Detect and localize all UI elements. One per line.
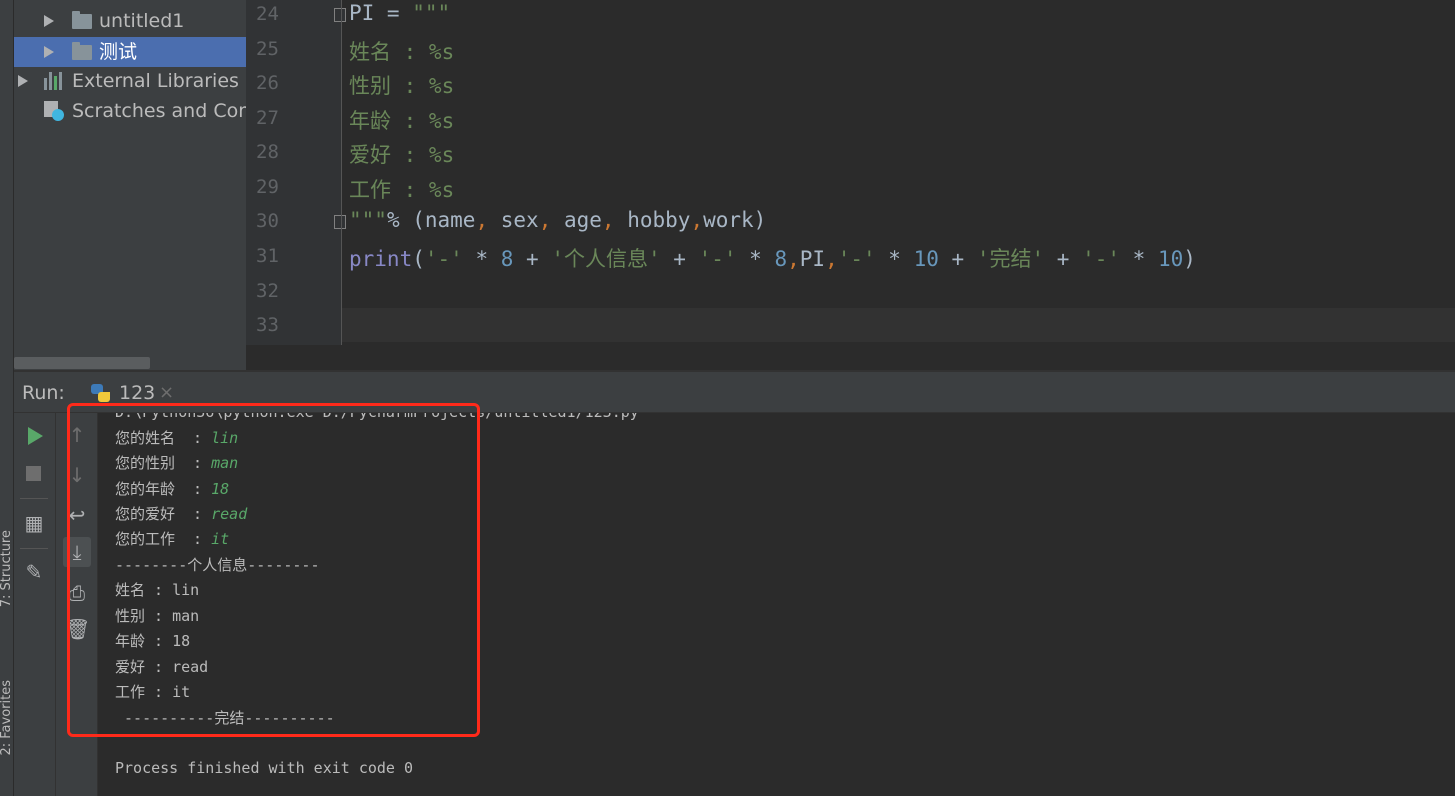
run-toolbar-primary: ▦ ✎	[14, 413, 56, 796]
code-line-30: """% (name, sex, age, hobby,work)	[349, 208, 767, 232]
console-output-line: 爱好 : read	[115, 658, 209, 676]
tree-item-label: Scratches and Consoles	[72, 100, 246, 122]
line-number: 25	[256, 38, 279, 60]
run-tool-window-header: Run: 123 ×	[14, 372, 1455, 413]
console-footer: ----------完结----------	[115, 709, 335, 727]
run-tab-label: 123	[119, 382, 156, 404]
tree-item-external-libraries[interactable]: External Libraries	[14, 66, 246, 96]
tree-item-untitled1[interactable]: untitled1	[14, 6, 246, 36]
console-prompt: 您的姓名 : lin	[115, 429, 239, 447]
code-line-28: 爱好 : %s	[349, 143, 455, 167]
print-icon[interactable]: ⎙	[65, 581, 89, 605]
line-number: 30	[256, 210, 279, 232]
close-icon[interactable]: ×	[159, 382, 174, 403]
arrow-down-icon[interactable]: ↓	[65, 463, 89, 487]
project-panel: untitled1 测试 External Libraries Scratche…	[14, 0, 246, 370]
run-toolbar-secondary: ↑ ↓ ↩ ⤓ ⎙ 🗑	[56, 413, 98, 796]
arrow-up-icon[interactable]: ↑	[65, 423, 89, 447]
code-line-27: 年龄 : %s	[349, 109, 455, 133]
run-console[interactable]: D:\Python36\python.exe D:/PycharmProject…	[98, 413, 1455, 796]
code-line-29: 工作 : %s	[349, 178, 455, 202]
line-number: 26	[256, 72, 279, 94]
line-number: 31	[256, 245, 279, 267]
line-number: 33	[256, 314, 279, 336]
line-number: 32	[256, 280, 279, 302]
python-icon	[91, 384, 111, 402]
console-output-line: 工作 : it	[115, 683, 191, 701]
tree-item-label: untitled1	[99, 10, 185, 32]
line-number: 29	[256, 176, 279, 198]
soft-wrap-icon[interactable]: ↩	[65, 503, 89, 527]
console-prompt: 您的性别 : man	[115, 454, 239, 472]
stop-icon[interactable]	[26, 466, 41, 481]
folder-icon	[72, 42, 92, 60]
tree-item-label: External Libraries	[72, 70, 239, 92]
fold-marker-icon[interactable]	[334, 215, 346, 229]
expand-arrow-icon[interactable]	[44, 46, 54, 58]
tree-item-scratches[interactable]: Scratches and Consoles	[14, 96, 246, 126]
scroll-to-end-icon[interactable]: ⤓	[63, 537, 91, 567]
folder-icon	[72, 11, 92, 29]
line-number-gutter: 24 25 26 27 28 29 30 31 32 33	[246, 0, 341, 345]
rerun-icon[interactable]	[28, 427, 43, 445]
run-label: Run:	[22, 382, 65, 404]
scratches-icon	[44, 101, 64, 121]
current-line-highlight	[342, 308, 1455, 342]
console-output-line: 年龄 : 18	[115, 632, 191, 650]
line-number: 28	[256, 141, 279, 163]
console-prompt: 您的爱好 : read	[115, 505, 248, 523]
pin-icon[interactable]: ✎	[22, 560, 46, 584]
expand-arrow-icon[interactable]	[44, 15, 54, 27]
favorites-tool-tab[interactable]: 2: Favorites	[0, 680, 14, 756]
tree-item-test-folder[interactable]: 测试	[14, 37, 246, 67]
line-number: 27	[256, 107, 279, 129]
run-tab-123[interactable]: 123 ×	[89, 372, 174, 412]
left-tool-strip: 7: Structure 2: Favorites	[0, 0, 14, 796]
code-line-26: 性别 : %s	[349, 74, 455, 98]
code-line-24: PI = """	[349, 1, 451, 25]
libraries-icon	[44, 72, 66, 90]
project-scrollbar[interactable]	[14, 357, 150, 369]
structure-tool-tab[interactable]: 7: Structure	[0, 530, 14, 607]
fold-marker-icon[interactable]	[334, 8, 346, 22]
trash-icon[interactable]: 🗑	[65, 617, 90, 641]
console-output-line: 姓名 : lin	[115, 581, 200, 599]
console-exit-message: Process finished with exit code 0	[115, 759, 414, 777]
console-header: --------个人信息--------	[115, 556, 320, 574]
tree-item-label: 测试	[99, 41, 138, 63]
console-command: D:\Python36\python.exe D:/PycharmProject…	[115, 413, 639, 421]
console-prompt: 您的年龄 : 18	[115, 480, 230, 498]
console-output-line: 性别 : man	[115, 607, 200, 625]
code-line-25: 姓名 : %s	[349, 40, 455, 64]
layout-icon[interactable]: ▦	[22, 511, 46, 535]
line-number: 24	[256, 3, 279, 25]
code-line-31: print('-' * 8 + '个人信息' + '-' * 8,PI,'-' …	[349, 247, 1196, 271]
code-editor[interactable]: 24 25 26 27 28 29 30 31 32 33 PI = """ 姓…	[246, 0, 1455, 345]
expand-arrow-icon[interactable]	[18, 75, 28, 87]
console-prompt: 您的工作 : it	[115, 530, 230, 548]
gutter-border	[341, 0, 342, 345]
